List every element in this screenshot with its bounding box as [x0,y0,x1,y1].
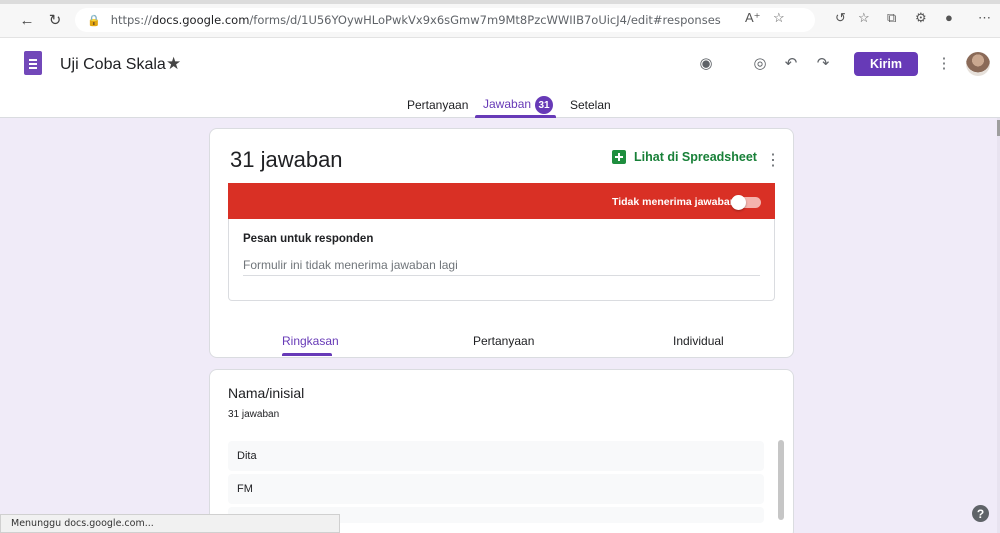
toggle-knob [731,195,746,210]
more-vert-icon[interactable]: ⋮ [933,52,955,74]
url-host: docs.google.com [151,13,250,27]
back-arrow-icon[interactable]: ← [16,9,38,31]
favorite-star-icon[interactable]: ☆ [773,10,785,26]
refresh-icon[interactable]: ↻ [44,9,66,31]
view-in-sheets-link[interactable]: Lihat di Spreadsheet [612,150,757,164]
responses-count-badge: 31 [535,96,554,114]
browser-extension-icon[interactable]: ⚙ [915,10,927,26]
accepting-responses-label: Tidak menerima jawaban [612,196,737,208]
sheets-icon [612,150,626,164]
respondent-message-input[interactable]: Formulir ini tidak menerima jawaban lagi [243,258,760,276]
subtab-active-indicator [282,353,332,356]
question-response-count: 31 jawaban [228,409,280,420]
question-title: Nama/inisial [228,385,305,401]
address-bar[interactable]: 🔒 https://docs.google.com/forms/d/1U56YO… [75,8,815,32]
subtab-individual[interactable]: Individual [673,334,724,348]
tab-responses-label: Jawaban [483,97,532,112]
avatar[interactable] [966,52,990,76]
list-item: Dita [228,441,764,471]
more-vert-icon[interactable]: ⋮ [765,150,781,170]
eye-icon[interactable]: ◎ [749,52,771,74]
subtab-question[interactable]: Pertanyaan [473,334,534,348]
undo-icon[interactable]: ↶ [780,52,802,74]
tab-strip [0,0,1000,4]
read-aloud-icon[interactable]: A⁺ [745,10,761,26]
tab-settings[interactable]: Setelan [570,98,611,112]
help-icon[interactable]: ? [972,505,989,522]
accepting-responses-toggle[interactable] [731,195,761,210]
tab-questions[interactable]: Pertanyaan [407,98,468,112]
form-title[interactable]: Uji Coba Skala [60,56,166,74]
star-icon[interactable]: ★ [166,54,181,74]
url-path: /forms/d/1U56YOywHLoPwkVx9x6sGmw7m9Mt8Pz… [249,13,721,27]
lock-icon: 🔒 [87,13,101,27]
forms-logo-icon[interactable] [24,51,42,75]
responses-count-title: 31 jawaban [230,147,343,172]
profile-icon[interactable]: ● [945,10,953,25]
favorites-bar-icon[interactable]: ☆ [858,10,870,26]
send-button[interactable]: Kirim [854,52,918,76]
extension-icon[interactable]: ↺ [835,10,846,26]
answers-scrollbar[interactable] [778,440,784,520]
tab-active-indicator [475,115,556,118]
subtab-summary[interactable]: Ringkasan [282,334,339,348]
browser-status-bar: Menunggu docs.google.com... [0,514,340,533]
collections-icon[interactable]: ⧉ [887,10,896,26]
redo-icon[interactable]: ↷ [812,52,834,74]
tab-responses[interactable]: Jawaban 31 [483,96,554,114]
respondent-message-label: Pesan untuk responden [243,233,374,245]
list-item: FM [228,474,764,504]
view-in-sheets-label: Lihat di Spreadsheet [634,150,757,164]
url-prefix: https:// [110,13,152,27]
palette-icon[interactable]: ◉ [695,52,717,74]
more-options-icon[interactable]: ⋯ [978,10,991,26]
